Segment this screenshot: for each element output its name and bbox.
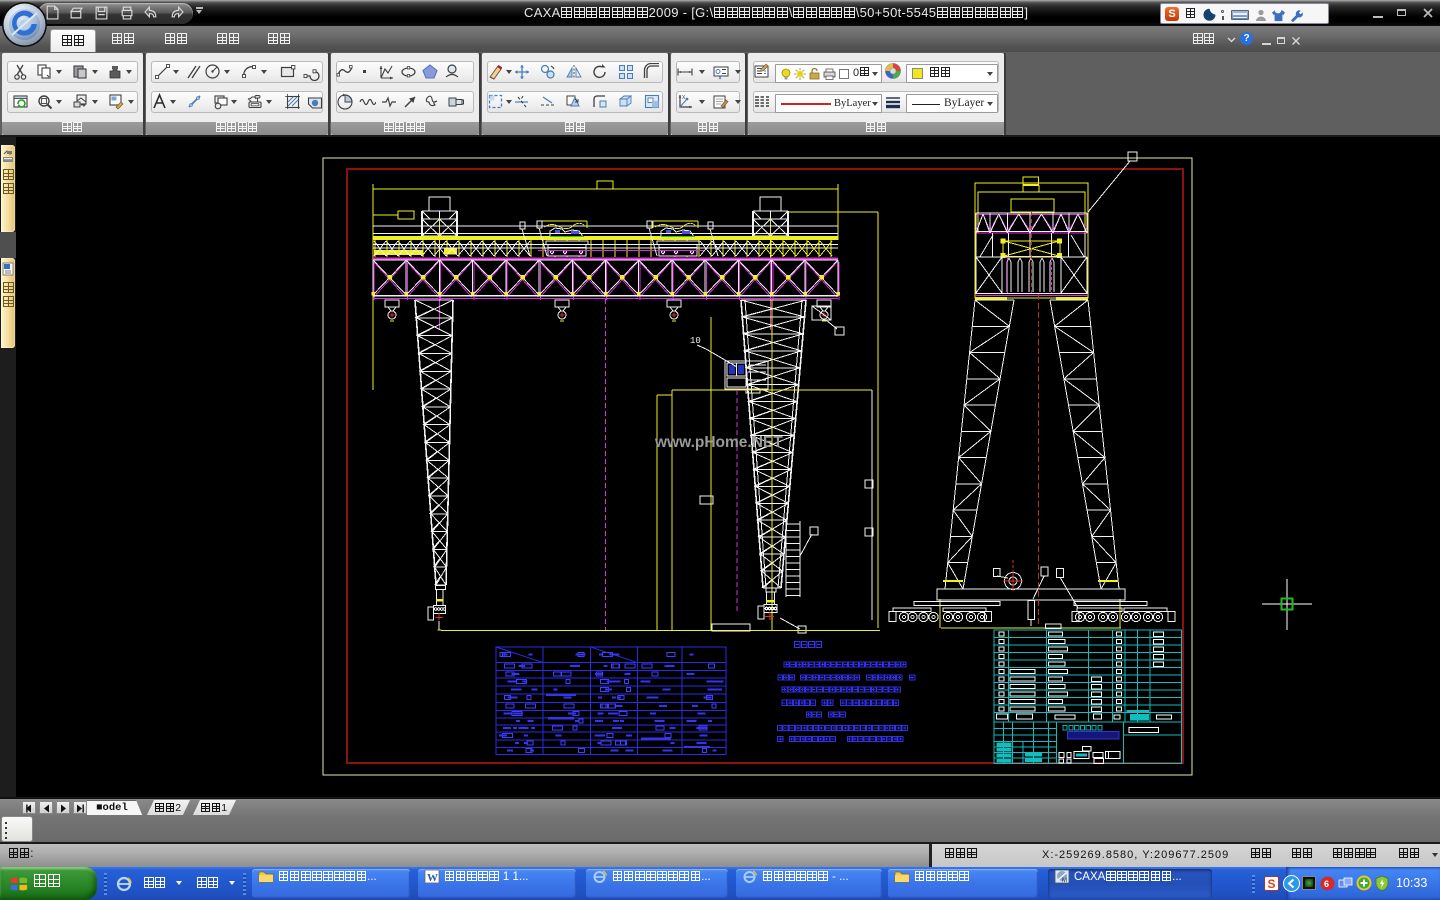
svg-text:W: W	[427, 872, 438, 884]
svg-text:10: 10	[690, 336, 701, 346]
svg-text:6: 6	[1324, 879, 1329, 889]
svg-text:www.pHome.NET: www.pHome.NET	[654, 434, 783, 451]
svg-text:M: M	[1062, 878, 1067, 884]
